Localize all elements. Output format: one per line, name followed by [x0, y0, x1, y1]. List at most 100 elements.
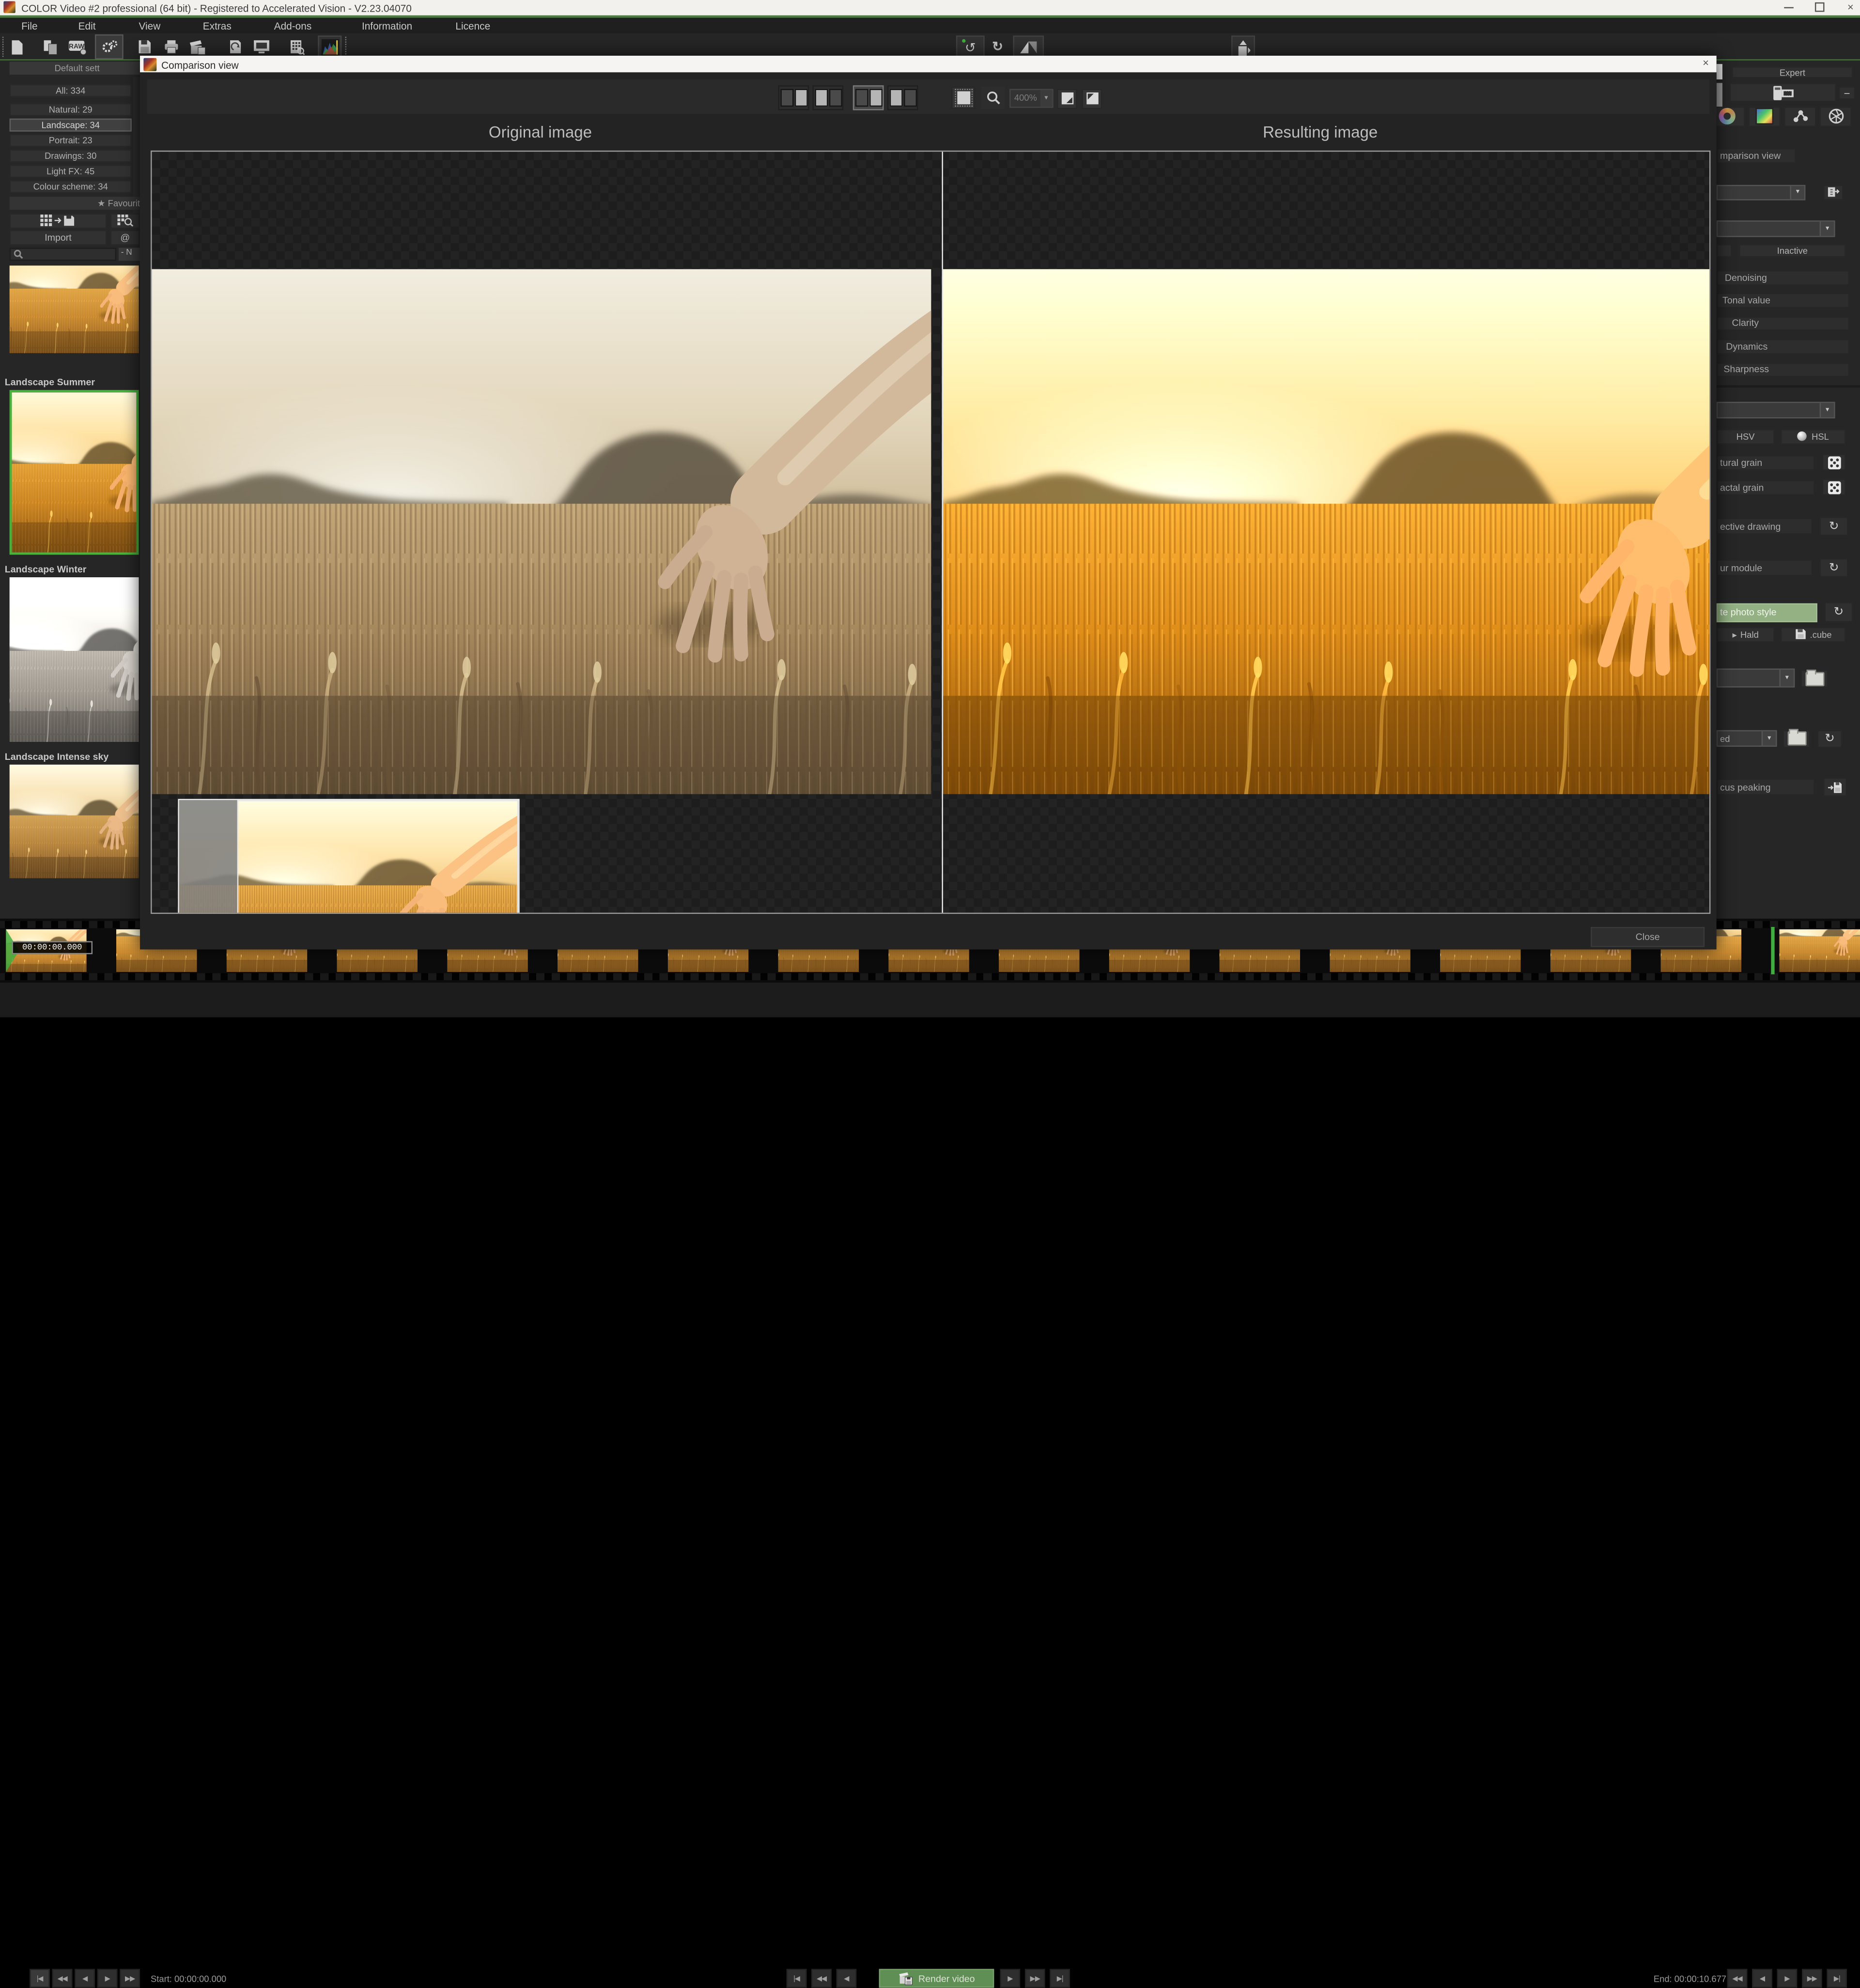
natural-grain-random-button[interactable] [1822, 454, 1846, 470]
toggle-stub[interactable] [1717, 244, 1732, 257]
close-button[interactable]: × [1841, 2, 1860, 13]
skip-start-button[interactable]: |◀ [30, 1969, 50, 1988]
rewind-button[interactable]: ◀◀ [1727, 1969, 1748, 1988]
histogram-icon[interactable] [320, 37, 339, 57]
grid-search-button[interactable] [110, 214, 140, 229]
selective-drawing-reset-button[interactable]: ↻ [1820, 517, 1848, 536]
colour-space-dropdown[interactable]: ▼ [1717, 402, 1835, 418]
fit-to-window-button[interactable] [1057, 88, 1077, 108]
render-video-button[interactable]: Render video [879, 1969, 994, 1988]
clip-end-marker[interactable] [1771, 927, 1774, 974]
section-tonal-value[interactable]: Tonal value [1717, 293, 1849, 308]
skip-end-button[interactable]: ▶| [1827, 1969, 1847, 1988]
batch-browser-icon[interactable] [287, 37, 306, 57]
colour-module-button[interactable]: ur module [1717, 559, 1813, 576]
dialog-zoom-dropdown[interactable]: 400% ▼ [1009, 88, 1054, 107]
navigator-view-rect[interactable] [237, 800, 518, 914]
category-drawings[interactable]: Drawings: 30 [10, 149, 132, 162]
panel-edge-tab[interactable] [1717, 64, 1722, 79]
comparison-view-button[interactable]: mparison view [1717, 148, 1796, 163]
menu-edit[interactable]: Edit [78, 20, 96, 32]
forward-button[interactable]: ▶▶ [120, 1969, 140, 1988]
hsv-button[interactable]: HSV [1717, 429, 1775, 444]
play-button[interactable]: ▶ [1000, 1969, 1020, 1988]
menu-extras[interactable]: Extras [203, 20, 232, 32]
monitor-icon[interactable] [251, 37, 270, 57]
category-all[interactable]: All: 334 [10, 84, 132, 97]
import-button[interactable]: Import [10, 230, 107, 245]
zoom-navigator[interactable] [178, 799, 519, 914]
colour-module-reset-button[interactable]: ↻ [1820, 558, 1848, 577]
preset-thumbnail[interactable] [10, 577, 139, 742]
menu-view[interactable]: View [139, 20, 161, 32]
forward-button[interactable]: ▶▶ [1802, 1969, 1822, 1988]
skip-start-button[interactable]: |◀ [787, 1969, 807, 1988]
favourites-bar[interactable]: ★ Favourit [10, 197, 140, 210]
category-lightfx[interactable]: Light FX: 45 [10, 165, 132, 178]
dialog-close-button[interactable]: Close [1591, 927, 1705, 947]
raw-settings-icon[interactable]: RAW [69, 37, 88, 57]
preset-thumbnail[interactable] [10, 265, 139, 353]
split-divider[interactable] [941, 152, 943, 914]
focus-peaking-export-button[interactable] [1823, 778, 1847, 797]
section-denoising[interactable]: Denoising [1717, 270, 1849, 285]
sort-dropdown[interactable]: - N [119, 248, 140, 261]
cube-export-button[interactable]: .cube [1781, 627, 1846, 642]
aperture-tab[interactable] [1820, 106, 1852, 127]
minimize-button[interactable] [1779, 2, 1798, 13]
rewind-button[interactable]: ◀◀ [52, 1969, 73, 1988]
rewind-button[interactable]: ◀◀ [811, 1969, 832, 1988]
menu-addons[interactable]: Add-ons [274, 20, 312, 32]
magnifier-button[interactable] [981, 87, 1005, 109]
preset-reset-button[interactable]: ↻ [1817, 729, 1842, 747]
section-clarity[interactable]: Clarity [1717, 316, 1849, 331]
dialog-titlebar[interactable]: Comparison view × [140, 56, 1717, 72]
single-view-button[interactable] [951, 87, 975, 109]
restore-button[interactable] [1810, 2, 1829, 13]
preset-thumbnail[interactable] [10, 765, 139, 878]
gears-icon[interactable] [100, 37, 119, 57]
category-portrait[interactable]: Portrait: 23 [10, 134, 132, 147]
step-back-button[interactable]: ◀ [75, 1969, 95, 1988]
preset-search-input[interactable] [10, 248, 116, 261]
natural-grain-button[interactable]: tural grain [1717, 455, 1815, 470]
hald-button[interactable]: ▸ Hald [1717, 627, 1775, 642]
colour-wheel-tab[interactable] [1717, 106, 1745, 127]
copy-icon[interactable] [40, 37, 59, 57]
timeline-frame[interactable] [1779, 929, 1860, 972]
lut-cube-tab[interactable] [1749, 106, 1781, 127]
photo-style-reset-button[interactable]: ↻ [1825, 602, 1853, 622]
redo-icon[interactable]: ↻ [988, 37, 1007, 57]
menu-information[interactable]: Information [362, 20, 412, 32]
lut-folder-button[interactable] [1801, 670, 1828, 688]
preset-folder-button[interactable] [1783, 729, 1810, 747]
hsl-button[interactable]: HSL [1781, 429, 1846, 444]
fractal-grain-random-button[interactable] [1822, 479, 1846, 495]
inactive-button[interactable]: Inactive [1739, 244, 1845, 257]
play-button[interactable]: ▶ [1777, 1969, 1798, 1988]
film-emulation-button[interactable] [1730, 83, 1836, 102]
step-back-button[interactable]: ◀ [1752, 1969, 1772, 1988]
doc-restore-icon[interactable] [225, 37, 244, 57]
lut-dropdown[interactable]: ▼ [1717, 668, 1795, 687]
play-button[interactable]: ▶ [97, 1969, 118, 1988]
category-natural[interactable]: Natural: 29 [10, 103, 132, 116]
export-grid-button[interactable] [10, 214, 107, 229]
compare-mode-left-button[interactable] [778, 85, 809, 110]
section-dynamics[interactable]: Dynamics [1717, 339, 1849, 354]
dialog-close-icon[interactable]: × [1699, 58, 1713, 70]
default-set-header[interactable]: Default sett [10, 62, 140, 75]
category-colourscheme[interactable]: Colour scheme: 34 [10, 180, 132, 193]
menu-file[interactable]: File [21, 20, 38, 32]
selective-drawing-button[interactable]: ective drawing [1717, 518, 1813, 535]
step-back-button[interactable]: ◀ [837, 1969, 857, 1988]
compare-mode-right-button[interactable] [813, 85, 844, 110]
new-file-icon[interactable] [7, 37, 26, 57]
skip-end-button[interactable]: ▶| [1050, 1969, 1070, 1988]
node-graph-tab[interactable] [1784, 106, 1816, 127]
preset-dropdown[interactable]: ▼ [1717, 185, 1806, 200]
collapse-button[interactable]: − [1839, 87, 1855, 100]
compare-mode-swap-button[interactable] [887, 85, 918, 110]
save-icon[interactable] [135, 37, 154, 57]
create-photo-style-button[interactable]: te photo style [1717, 603, 1817, 622]
